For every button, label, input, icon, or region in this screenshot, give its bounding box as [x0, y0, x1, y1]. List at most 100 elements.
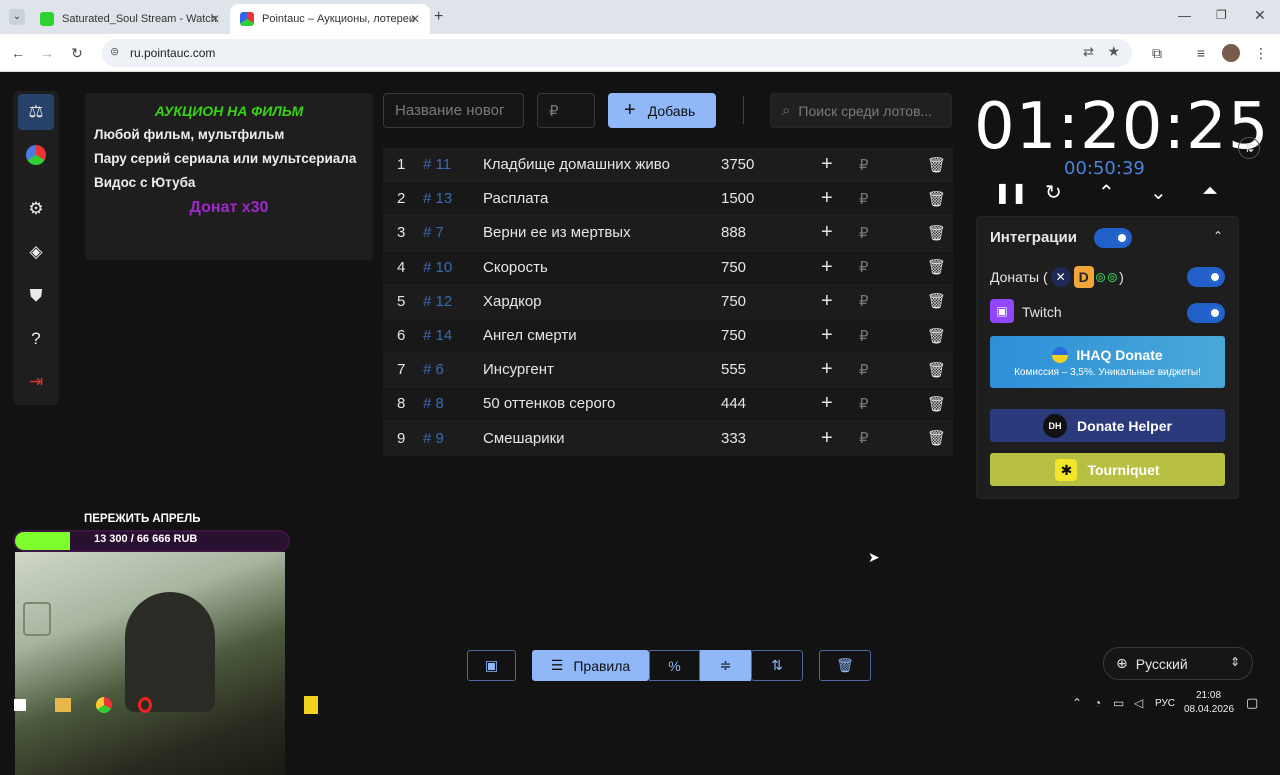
media-icon[interactable]: ≡ — [1192, 44, 1210, 62]
opera-icon[interactable] — [138, 697, 152, 713]
ihaq-donate-button[interactable]: IHAQ Donate Комиссия – 3,5%. Уникальные … — [990, 336, 1225, 388]
lot-amount[interactable]: 750 — [721, 259, 746, 276]
swap-timer-icon[interactable]: ⇅ — [1238, 137, 1260, 159]
integrations-toggle[interactable] — [1094, 228, 1132, 248]
lot-name[interactable]: Скорость — [483, 259, 548, 276]
add-amount-icon[interactable]: + — [821, 290, 833, 313]
new-tab-icon[interactable]: + — [434, 8, 443, 26]
lot-name[interactable]: Ангел смерти — [483, 327, 577, 344]
lot-name[interactable]: 50 оттенков серого — [483, 395, 615, 412]
close-tab-icon[interactable]: ✕ — [410, 12, 420, 26]
collapse-chevron-icon[interactable]: ⌃ — [1213, 229, 1223, 243]
volume-icon[interactable]: ◁ — [1134, 696, 1143, 710]
donate-helper-button[interactable]: DH Donate Helper — [990, 409, 1225, 442]
lot-id[interactable]: # 12 — [423, 293, 452, 310]
percent-button[interactable]: % — [649, 650, 700, 681]
back-icon[interactable]: ← — [9, 44, 27, 62]
delete-lot-icon[interactable]: 🗑 — [927, 429, 946, 447]
menu-kebab-icon[interactable]: ⋮ — [1252, 44, 1270, 62]
lot-id[interactable]: # 8 — [423, 395, 444, 412]
logout-icon[interactable]: ⇥ — [18, 364, 54, 400]
search-lots-input[interactable]: ⌕ Поиск среди лотов... — [770, 93, 952, 128]
lot-amount[interactable]: 555 — [721, 361, 746, 378]
delete-lot-icon[interactable]: 🗑 — [927, 190, 946, 208]
sort-icon[interactable]: ⇅ — [751, 650, 803, 681]
window-close-icon[interactable]: ✕ — [1254, 7, 1266, 24]
language-select[interactable]: ⊕ Русский ⇕ — [1103, 647, 1253, 680]
tray-chevron-icon[interactable]: ⌃ — [1072, 696, 1082, 710]
lot-amount[interactable]: 444 — [721, 395, 746, 412]
lot-name[interactable]: Расплата — [483, 190, 548, 207]
clock-time[interactable]: 21:08 — [1196, 690, 1221, 701]
url-field[interactable]: ⊜ ru.pointauc.com ⇄ ★ — [102, 39, 1132, 67]
profile-avatar[interactable] — [1222, 44, 1240, 62]
extensions-icon[interactable]: ⧉ — [1148, 44, 1166, 62]
layers-icon[interactable]: ◈ — [18, 234, 54, 270]
lot-name[interactable]: Хардкор — [483, 293, 542, 310]
clear-all-icon[interactable]: 🗑 — [819, 650, 871, 681]
battery-icon[interactable]: ▭ — [1113, 696, 1124, 710]
auction-gavel-icon[interactable]: ⚖ — [18, 94, 54, 130]
timer-down-icon[interactable]: ⌄ — [1150, 180, 1167, 205]
lot-name[interactable]: Смешарики — [483, 430, 565, 447]
delete-lot-icon[interactable]: 🗑 — [927, 224, 946, 242]
lot-id[interactable]: # 7 — [423, 224, 444, 241]
twitch-toggle[interactable] — [1187, 303, 1225, 323]
delete-lot-icon[interactable]: 🗑 — [927, 361, 946, 379]
donations-toggle[interactable] — [1187, 267, 1225, 287]
lot-amount[interactable]: 3750 — [721, 156, 754, 173]
add-amount-icon[interactable]: + — [821, 153, 833, 176]
add-amount-icon[interactable]: + — [821, 392, 833, 415]
chrome-icon[interactable] — [96, 697, 112, 713]
wheel-chart-icon[interactable] — [18, 137, 54, 173]
rules-button[interactable]: ☰ Правила — [532, 650, 649, 681]
tab-search-button[interactable]: ⌄ — [9, 9, 25, 25]
tab-stream[interactable]: Saturated_Soul Stream - Watch ✕ — [30, 4, 230, 34]
lot-name-input[interactable]: Название новог — [383, 93, 524, 128]
app-icon[interactable] — [304, 696, 318, 714]
lot-id[interactable]: # 6 — [423, 361, 444, 378]
lot-id[interactable]: # 14 — [423, 327, 452, 344]
add-amount-icon[interactable]: + — [821, 221, 833, 244]
reload-icon[interactable]: ↻ — [68, 44, 86, 62]
bookmark-star-icon[interactable]: ★ — [1107, 43, 1120, 60]
lot-name[interactable]: Инсургент — [483, 361, 554, 378]
tourniquet-button[interactable]: ✱ Tourniquet — [990, 453, 1225, 486]
add-amount-icon[interactable]: + — [821, 187, 833, 210]
reset-icon[interactable]: ↻ — [1045, 180, 1062, 205]
wifi-icon[interactable]: ◔ — [1094, 696, 1101, 710]
delete-lot-icon[interactable]: 🗑 — [927, 292, 946, 310]
windows-start-icon[interactable] — [14, 699, 26, 711]
save-icon[interactable]: ▣ — [467, 650, 516, 681]
help-icon[interactable]: ? — [18, 321, 54, 357]
add-amount-icon[interactable]: + — [821, 427, 833, 450]
lot-amount[interactable]: 750 — [721, 293, 746, 310]
shield-icon[interactable]: ⛊ — [18, 278, 54, 314]
lot-amount[interactable]: 750 — [721, 327, 746, 344]
compress-icon[interactable]: ≑ — [700, 650, 751, 681]
add-lot-button[interactable]: + Добавь — [608, 93, 716, 128]
maximize-icon[interactable]: ❐ — [1216, 8, 1227, 22]
add-amount-icon[interactable]: + — [821, 256, 833, 279]
add-amount-icon[interactable]: + — [821, 358, 833, 381]
clock-date[interactable]: 08.04.2026 — [1184, 704, 1234, 715]
lot-id[interactable]: # 13 — [423, 190, 452, 207]
lot-amount-input[interactable]: ₽ — [537, 93, 595, 128]
lot-name[interactable]: Кладбище домашних живо — [483, 156, 670, 173]
forward-icon[interactable]: → — [38, 44, 56, 62]
delete-lot-icon[interactable]: 🗑 — [927, 395, 946, 413]
minimize-icon[interactable]: — — [1178, 8, 1191, 23]
site-info-icon[interactable]: ⊜ — [110, 45, 119, 58]
lot-id[interactable]: # 11 — [423, 156, 451, 173]
explorer-icon[interactable] — [55, 698, 71, 712]
translate-icon[interactable]: ⇄ — [1083, 44, 1094, 60]
delete-lot-icon[interactable]: 🗑 — [927, 258, 946, 276]
lot-amount[interactable]: 1500 — [721, 190, 754, 207]
settings-gear-icon[interactable]: ⚙ — [18, 191, 54, 227]
timer-up-icon[interactable]: ⌃ — [1098, 180, 1115, 205]
notifications-icon[interactable]: ▢ — [1246, 695, 1258, 711]
lot-amount[interactable]: 888 — [721, 224, 746, 241]
add-amount-icon[interactable]: + — [821, 324, 833, 347]
tab-pointauc[interactable]: Pointauc – Аукционы, лотереи ✕ — [230, 4, 430, 34]
input-language[interactable]: РУС — [1155, 698, 1175, 709]
